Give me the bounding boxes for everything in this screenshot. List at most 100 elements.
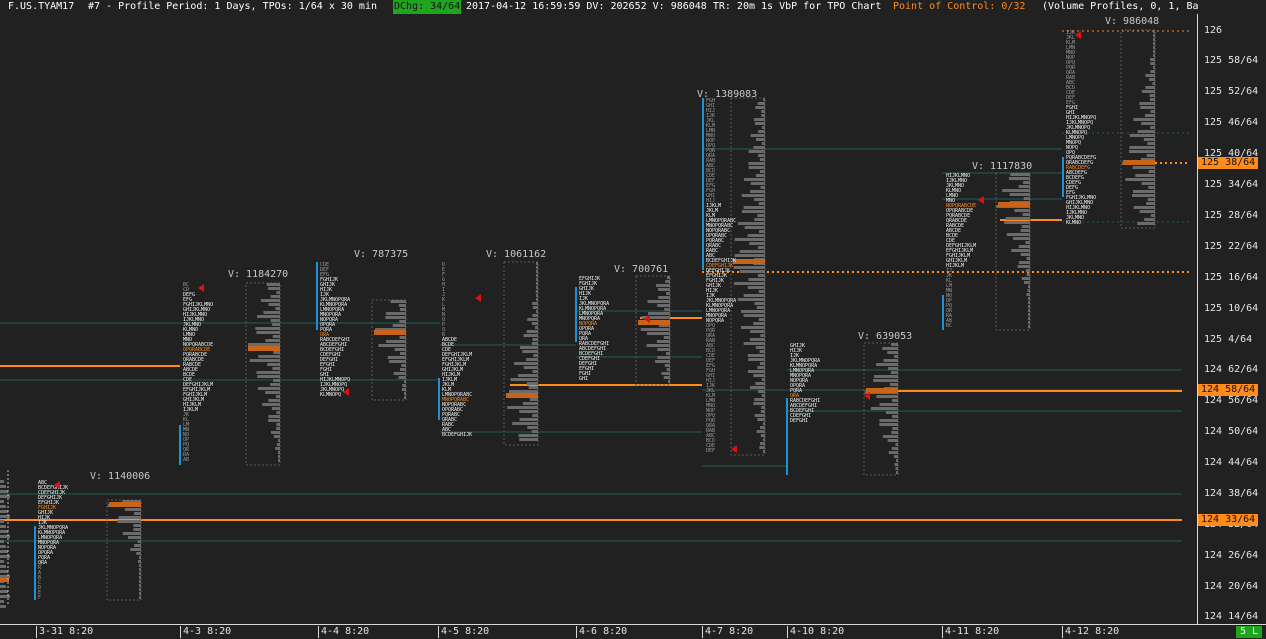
volume-bar bbox=[0, 490, 8, 493]
red-marker bbox=[978, 196, 984, 204]
volume-label: V: 639053 bbox=[858, 331, 912, 342]
volume-bar bbox=[744, 178, 765, 181]
volume-bar bbox=[134, 512, 141, 515]
volume-bar bbox=[272, 335, 280, 338]
volume-bar bbox=[1028, 305, 1030, 308]
volume-bar bbox=[276, 423, 280, 426]
volume-bar bbox=[761, 142, 765, 145]
poc-control-label: Point of Control: 0/32 bbox=[893, 1, 1026, 12]
volume-bar bbox=[761, 126, 765, 129]
tpo-profile: ABCBCDEFGHIJKCDEFGHIJKDEFGHIJKEFGHIJKFGH… bbox=[34, 471, 150, 601]
volume-bar bbox=[1018, 185, 1030, 188]
volume-bar bbox=[758, 130, 765, 133]
volume-bar bbox=[1137, 222, 1155, 225]
volume-bar bbox=[894, 355, 898, 358]
price-axis-label: 124 20/64 bbox=[1204, 581, 1259, 592]
volume-bar bbox=[754, 302, 765, 305]
volume-bar bbox=[532, 314, 538, 317]
volume-bar bbox=[761, 406, 765, 409]
volume-bar bbox=[757, 154, 765, 157]
time-axis-label: 4-12 8:20 bbox=[1062, 626, 1119, 638]
volume-bar bbox=[1147, 142, 1155, 145]
volume-bar bbox=[270, 295, 280, 298]
volume-bar bbox=[754, 198, 765, 201]
volume-bar bbox=[1020, 253, 1030, 256]
volume-bar bbox=[399, 368, 406, 371]
volume-bar bbox=[750, 182, 765, 185]
volume-bar bbox=[278, 455, 280, 458]
volume-bar bbox=[894, 463, 898, 466]
volume-bar bbox=[398, 376, 406, 379]
volume-bar bbox=[1133, 190, 1155, 193]
volume-bar bbox=[258, 355, 280, 358]
volume-bar bbox=[139, 576, 141, 579]
volume-bar bbox=[666, 292, 670, 295]
volume-bar bbox=[747, 286, 765, 289]
volume-bar bbox=[0, 585, 6, 588]
volume-bar bbox=[385, 316, 406, 319]
volume-bar bbox=[1145, 86, 1155, 89]
volume-bar bbox=[124, 508, 141, 511]
volume-bar bbox=[1146, 154, 1155, 157]
volume-bar bbox=[753, 374, 765, 377]
volume-bar bbox=[890, 371, 898, 374]
volume-bar bbox=[740, 326, 765, 329]
volume-bar bbox=[522, 350, 538, 353]
price-axis-label: 124 50/64 bbox=[1204, 426, 1259, 437]
volume-bar bbox=[1002, 189, 1030, 192]
red-marker bbox=[475, 294, 481, 302]
volume-bar bbox=[519, 418, 538, 421]
volume-bar bbox=[249, 359, 280, 362]
volume-bar bbox=[1153, 30, 1155, 33]
volume-bar bbox=[757, 246, 765, 249]
volume-bar bbox=[399, 320, 406, 323]
volume-bar bbox=[743, 314, 765, 317]
volume-bar bbox=[137, 560, 141, 563]
volume-bar bbox=[1028, 317, 1030, 320]
volume-bar bbox=[532, 302, 538, 305]
time-axis-label: 4-3 8:20 bbox=[180, 626, 231, 638]
volume-bar bbox=[260, 299, 280, 302]
volume-bar bbox=[668, 380, 670, 383]
volume-bar bbox=[0, 500, 4, 503]
volume-bar bbox=[136, 552, 141, 555]
volume-bar bbox=[1145, 74, 1155, 77]
tpo-letters: DEF bbox=[706, 448, 715, 454]
volume-bar bbox=[739, 270, 765, 273]
volume-bar bbox=[750, 134, 765, 137]
volume-bar bbox=[0, 560, 4, 563]
volume-bar bbox=[268, 399, 280, 402]
tpo-letters: KLMNOPQ bbox=[320, 392, 341, 398]
volume-bar bbox=[1026, 257, 1030, 260]
price-axis[interactable]: 126 125 58/64 125 52/64 125 46/64 125 40/64 1… bbox=[1197, 14, 1266, 624]
price-axis-label: 125 28/64 bbox=[1204, 210, 1259, 221]
volume-bar bbox=[1141, 122, 1155, 125]
volume-bar bbox=[1139, 102, 1155, 105]
volume-bar bbox=[1028, 285, 1030, 288]
volume-bar bbox=[273, 379, 280, 382]
volume-bar bbox=[762, 422, 765, 425]
volume-bar bbox=[896, 459, 898, 462]
red-marker bbox=[1075, 31, 1081, 39]
volume-bar bbox=[531, 322, 538, 325]
volume-bar bbox=[536, 274, 538, 277]
time-axis[interactable]: 5 L 3-31 8:20 4-3 8:20 4-4 8:20 4-5 8:20 4-6… bbox=[0, 624, 1266, 639]
volume-label: V: 700761 bbox=[614, 264, 668, 275]
volume-bar bbox=[761, 378, 765, 381]
red-marker bbox=[198, 284, 204, 292]
volume-bar bbox=[536, 298, 538, 301]
volume-bar bbox=[0, 565, 6, 568]
volume-bar bbox=[139, 588, 141, 591]
volume-bar bbox=[747, 354, 765, 357]
volume-bar bbox=[1010, 173, 1030, 176]
tpo-letters: BCDEFGHIJK bbox=[442, 432, 472, 438]
volume-label: V: 787375 bbox=[354, 249, 408, 260]
price-axis-label: 124 26/64 bbox=[1204, 550, 1259, 561]
volume-bar bbox=[1028, 297, 1030, 300]
volume-bar bbox=[276, 443, 280, 446]
volume-bar bbox=[276, 291, 280, 294]
volume-label: V: 1140006 bbox=[90, 471, 150, 482]
price-tag: 125 38/64 bbox=[1198, 157, 1259, 169]
tpo-chart-area[interactable]: ABCBCDEFGHIJKCDEFGHIJKDEFGHIJKEFGHIJKFGH… bbox=[0, 14, 1197, 624]
volume-bar bbox=[755, 346, 765, 349]
